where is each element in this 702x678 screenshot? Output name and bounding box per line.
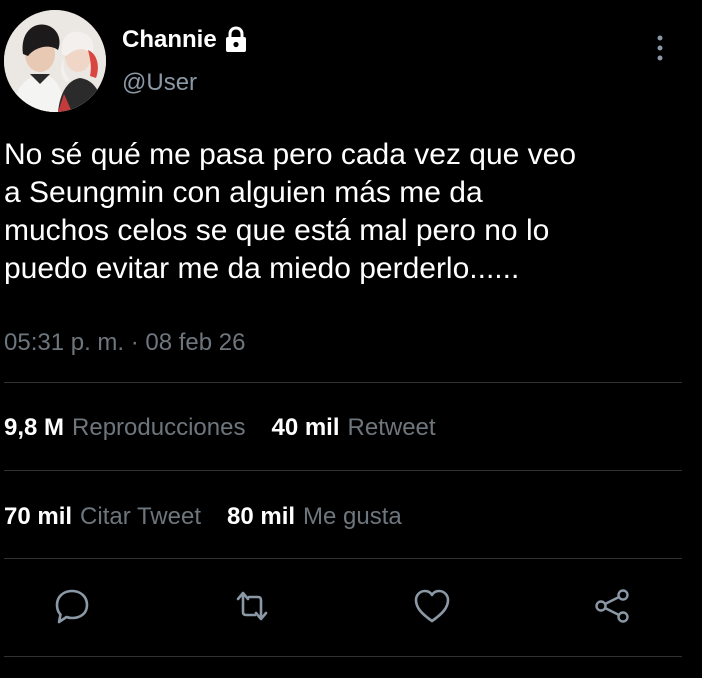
- avatar[interactable]: [4, 10, 106, 112]
- views-label[interactable]: Reproducciones: [72, 414, 245, 442]
- likes-label[interactable]: Me gusta: [303, 503, 402, 531]
- stats-row-2: 70 mil Citar Tweet 80 mil Me gusta: [4, 503, 428, 531]
- more-vertical-icon[interactable]: [650, 30, 670, 66]
- share-icon[interactable]: [592, 586, 632, 626]
- heart-icon[interactable]: [412, 586, 452, 626]
- quotes-label[interactable]: Citar Tweet: [80, 503, 201, 531]
- user-handle[interactable]: @User: [122, 69, 197, 97]
- stats-row-1: 9,8 M Reproducciones 40 mil Retweet: [4, 414, 462, 442]
- lock-icon: [223, 26, 249, 54]
- retweets-label[interactable]: Retweet: [348, 414, 436, 442]
- quotes-count[interactable]: 70 mil: [4, 503, 72, 531]
- reply-icon[interactable]: [52, 586, 92, 626]
- tweet-text: No sé qué me pasa pero cada vez que veo …: [4, 138, 577, 285]
- display-name[interactable]: Channie: [122, 26, 217, 54]
- likes-count[interactable]: 80 mil: [227, 503, 295, 531]
- divider: [4, 656, 682, 657]
- retweets-count[interactable]: 40 mil: [271, 414, 339, 442]
- action-bar: [0, 586, 702, 626]
- author-name-row: Channie: [122, 26, 249, 54]
- divider: [4, 470, 682, 471]
- retweet-icon[interactable]: [232, 586, 272, 626]
- tweet-timestamp[interactable]: 05:31 p. m. · 08 feb 26: [4, 329, 246, 357]
- divider: [4, 382, 682, 383]
- avatar-image: [4, 10, 106, 112]
- views-count[interactable]: 9,8 M: [4, 414, 64, 442]
- divider: [4, 558, 682, 559]
